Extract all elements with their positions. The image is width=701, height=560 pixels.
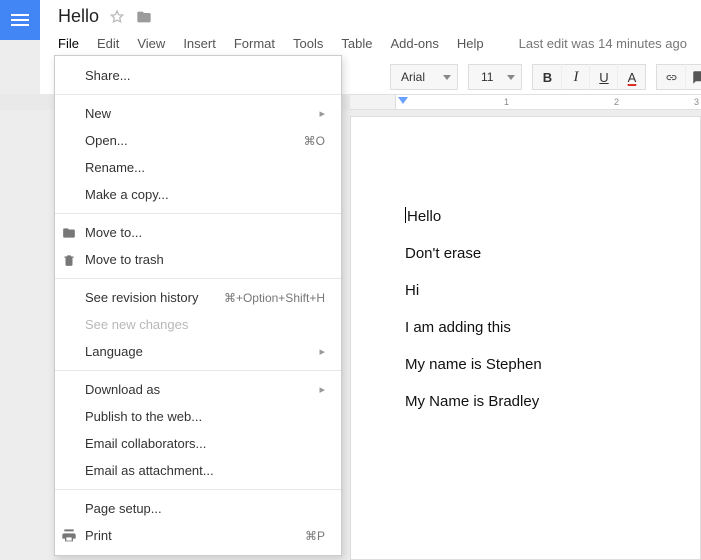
- document-line[interactable]: Hello: [405, 207, 700, 225]
- star-icon[interactable]: [109, 9, 125, 25]
- shortcut-label: ⌘P: [305, 529, 325, 543]
- ruler-mark: 1: [504, 97, 509, 107]
- ruler[interactable]: 1 2 3: [350, 94, 701, 110]
- menubar: File Edit View Insert Format Tools Table…: [58, 36, 484, 51]
- menu-addons[interactable]: Add-ons: [390, 36, 438, 51]
- submenu-arrow-icon: ▸: [319, 107, 325, 120]
- menu-table[interactable]: Table: [341, 36, 372, 51]
- file-menu-new-changes: See new changes: [55, 311, 341, 338]
- menu-view[interactable]: View: [137, 36, 165, 51]
- insert-link-button[interactable]: [657, 64, 685, 90]
- link-group: [656, 64, 701, 90]
- document-page[interactable]: Hello Don't erase Hi I am adding this My…: [350, 116, 701, 560]
- folder-icon[interactable]: [135, 9, 153, 25]
- file-menu-trash[interactable]: Move to trash: [55, 246, 341, 273]
- indent-marker-icon[interactable]: [398, 97, 408, 104]
- file-menu-page-setup[interactable]: Page setup...: [55, 495, 341, 522]
- font-selector[interactable]: Arial: [390, 64, 458, 90]
- chevron-down-icon: [443, 75, 451, 80]
- shortcut-label: ⌘+Option+Shift+H: [224, 291, 325, 305]
- file-menu-publish[interactable]: Publish to the web...: [55, 403, 341, 430]
- folder-icon: [61, 225, 77, 241]
- shortcut-label: ⌘O: [304, 134, 325, 148]
- menu-insert[interactable]: Insert: [183, 36, 216, 51]
- menu-file[interactable]: File: [58, 36, 79, 51]
- last-edit-label[interactable]: Last edit was 14 minutes ago: [519, 36, 687, 51]
- document-line[interactable]: My Name is Bradley: [405, 393, 700, 410]
- submenu-arrow-icon: ▸: [319, 345, 325, 358]
- document-line[interactable]: Hi: [405, 282, 700, 299]
- file-menu-print[interactable]: Print⌘P: [55, 522, 341, 549]
- print-icon: [61, 528, 77, 544]
- font-name: Arial: [401, 70, 425, 84]
- document-line[interactable]: Don't erase: [405, 245, 700, 262]
- menu-format[interactable]: Format: [234, 36, 275, 51]
- file-menu-open[interactable]: Open...⌘O: [55, 127, 341, 154]
- font-size: 11: [481, 70, 493, 84]
- text-style-group: B I U A: [532, 64, 646, 90]
- file-menu-make-copy[interactable]: Make a copy...: [55, 181, 341, 208]
- file-menu-email-attach[interactable]: Email as attachment...: [55, 457, 341, 484]
- submenu-arrow-icon: ▸: [319, 383, 325, 396]
- menu-help[interactable]: Help: [457, 36, 484, 51]
- ruler-mark: 2: [614, 97, 619, 107]
- file-menu-revision-history[interactable]: See revision history⌘+Option+Shift+H: [55, 284, 341, 311]
- hamburger-icon: [11, 14, 29, 26]
- insert-comment-button[interactable]: [685, 64, 701, 90]
- trash-icon: [61, 252, 77, 268]
- text-cursor: [405, 207, 406, 223]
- file-menu-email-collab[interactable]: Email collaborators...: [55, 430, 341, 457]
- app-menu-button[interactable]: [0, 0, 40, 40]
- toolbar: Arial 11 B I U A: [390, 62, 701, 92]
- file-menu-download-as[interactable]: Download as▸: [55, 376, 341, 403]
- chevron-down-icon: [507, 75, 515, 80]
- ruler-mark: 3: [694, 97, 699, 107]
- file-menu-move-to[interactable]: Move to...: [55, 219, 341, 246]
- file-menu-dropdown: Share... New▸ Open...⌘O Rename... Make a…: [54, 55, 342, 556]
- document-title[interactable]: Hello: [58, 6, 99, 27]
- menu-tools[interactable]: Tools: [293, 36, 323, 51]
- menu-edit[interactable]: Edit: [97, 36, 119, 51]
- file-menu-rename[interactable]: Rename...: [55, 154, 341, 181]
- bold-button[interactable]: B: [533, 64, 561, 90]
- file-menu-new[interactable]: New▸: [55, 100, 341, 127]
- file-menu-language[interactable]: Language▸: [55, 338, 341, 365]
- file-menu-share[interactable]: Share...: [55, 62, 341, 89]
- font-size-selector[interactable]: 11: [468, 64, 522, 90]
- document-line[interactable]: My name is Stephen: [405, 356, 700, 373]
- underline-button[interactable]: U: [589, 64, 617, 90]
- italic-button[interactable]: I: [561, 64, 589, 90]
- text-color-button[interactable]: A: [617, 64, 645, 90]
- document-line[interactable]: I am adding this: [405, 319, 700, 336]
